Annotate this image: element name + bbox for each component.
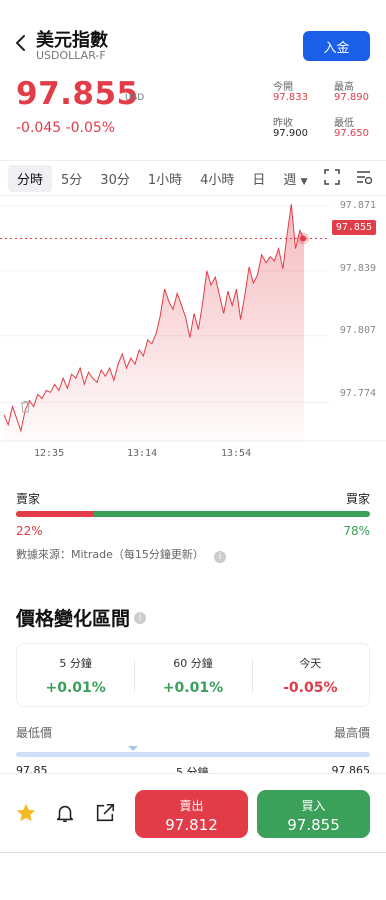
period-value: +0.01% <box>162 680 224 696</box>
sentiment-bar-sell <box>16 511 94 517</box>
y-tick-label: 97.774 <box>339 388 376 399</box>
high-value: 97.890 <box>334 92 369 103</box>
seller-label: 賣家 <box>16 492 41 506</box>
open-label: 今開 <box>273 82 293 93</box>
sell-percent: 22% <box>16 524 43 538</box>
tab-timeframe-7[interactable]: 週 ▼ <box>274 165 316 192</box>
stats-col-1: 今開 97.833 昨收 97.900 <box>273 78 308 150</box>
chevron-down-icon: ▼ <box>300 176 308 187</box>
x-tick-label: 13:14 <box>127 448 158 459</box>
open-value: 97.833 <box>273 92 308 103</box>
tab-timeframe-3[interactable]: 30分 <box>91 165 139 192</box>
tab-timeframe-7-label: 週 <box>283 172 297 188</box>
x-tick-label: 13:54 <box>221 448 252 459</box>
price-chart[interactable] <box>0 196 386 470</box>
period-value: -0.05% <box>283 680 338 696</box>
high-label: 最高 <box>334 82 354 93</box>
y-tick-label: 97.807 <box>339 325 376 336</box>
section-title: 價格變化區間 <box>16 608 131 630</box>
range-bar <box>16 752 370 757</box>
period-cell: 今天 -0.05% <box>251 644 369 706</box>
prev-close-label: 昨收 <box>273 118 293 129</box>
symbol-code: USDOLLAR-F <box>36 49 106 62</box>
star-icon[interactable] <box>15 802 37 824</box>
tab-timeframe-2[interactable]: 5分 <box>52 165 91 192</box>
tab-timeframe-6[interactable]: 日 <box>243 165 274 192</box>
data-source-text: 數據來源：Mitrade（每15分鐘更新） <box>16 548 204 561</box>
trash-icon[interactable] <box>19 400 32 413</box>
bottom-action-bar: 賣出 97.812 買入 97.855 <box>0 773 386 853</box>
period-label: 5 分鐘 <box>59 657 92 670</box>
period-label: 今天 <box>299 657 322 670</box>
price-change-card: 5 分鐘 +0.01% 60 分鐘 +0.01% 今天 -0.05% <box>16 643 370 707</box>
sell-price: 97.812 <box>165 816 218 834</box>
current-price-tag: 97.855 <box>331 220 376 235</box>
buy-percent: 78% <box>343 524 370 538</box>
price-area <box>4 204 304 441</box>
range-low-label: 最低價 <box>16 726 53 740</box>
info-icon[interactable]: i <box>134 612 146 624</box>
sell-label: 賣出 <box>179 799 204 813</box>
sell-button[interactable]: 賣出 97.812 <box>135 790 248 838</box>
tab-timeframe-5[interactable]: 4小時 <box>191 165 243 192</box>
period-label: 60 分鐘 <box>173 657 213 670</box>
buy-label: 買入 <box>301 799 326 813</box>
share-icon[interactable] <box>94 802 116 824</box>
y-tick-label: 97.871 <box>339 200 376 211</box>
y-tick-label: 97.839 <box>339 263 376 274</box>
bell-icon[interactable] <box>54 802 76 824</box>
header: 美元指數 USDOLLAR-F 入金 <box>0 0 386 80</box>
deposit-button[interactable]: 入金 <box>303 31 370 61</box>
low-label: 最低 <box>334 118 354 129</box>
buy-price: 97.855 <box>287 816 340 834</box>
buy-button[interactable]: 買入 97.855 <box>257 790 370 838</box>
tab-timeframe-4[interactable]: 1小時 <box>139 165 191 192</box>
fullscreen-icon[interactable] <box>323 168 341 186</box>
range-high-label: 最高價 <box>333 726 370 740</box>
prev-close-value: 97.900 <box>273 128 308 139</box>
period-cell: 60 分鐘 +0.01% <box>134 644 251 706</box>
buyer-label: 買家 <box>345 492 370 506</box>
price-change: -0.045 -0.05% <box>16 120 116 136</box>
price-unit: USD <box>125 93 145 103</box>
tab-timeframe-1[interactable]: 分時 <box>8 164 53 192</box>
back-arrow-icon[interactable] <box>12 34 30 52</box>
chart-settings-icon[interactable] <box>355 168 373 186</box>
x-tick-label: 12:35 <box>34 448 65 459</box>
data-source: 數據來源：Mitrade（每15分鐘更新） i <box>16 546 226 563</box>
current-price: 97.855 <box>16 76 139 112</box>
low-value: 97.650 <box>334 128 369 139</box>
current-price-dot <box>300 235 306 242</box>
period-value: +0.01% <box>45 680 106 696</box>
range-marker <box>128 746 138 751</box>
sentiment-bar <box>16 511 370 517</box>
stats-col-2: 最高 97.890 最低 97.650 <box>334 78 369 150</box>
info-icon[interactable]: i <box>213 551 226 563</box>
period-cell: 5 分鐘 +0.01% <box>17 644 134 706</box>
